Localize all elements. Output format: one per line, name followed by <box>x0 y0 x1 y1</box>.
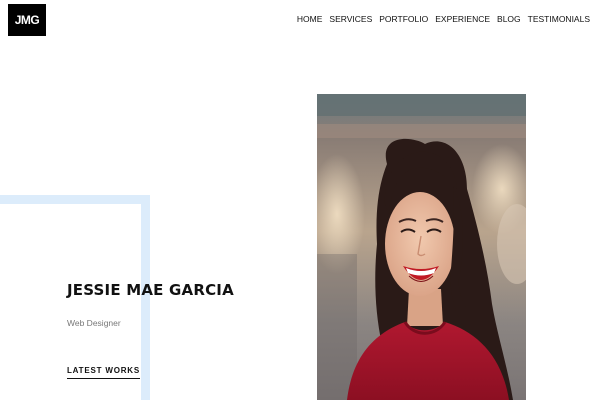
decorative-frame-top <box>0 195 150 204</box>
page: JMG HOME SERVICES PORTFOLIO EXPERIENCE B… <box>0 0 600 400</box>
profile-photo <box>317 94 526 400</box>
hero-name: JESSIE MAE GARCIA <box>67 281 234 299</box>
nav-item-blog[interactable]: BLOG <box>497 14 521 24</box>
main-nav: HOME SERVICES PORTFOLIO EXPERIENCE BLOG … <box>297 14 590 24</box>
nav-item-home[interactable]: HOME <box>297 14 323 24</box>
nav-item-portfolio[interactable]: PORTFOLIO <box>379 14 428 24</box>
nav-item-services[interactable]: SERVICES <box>329 14 372 24</box>
hero-role: Web Designer <box>67 318 121 328</box>
nav-item-testimonials[interactable]: TESTIMONIALS <box>528 14 590 24</box>
logo[interactable]: JMG <box>8 4 46 36</box>
logo-text: JMG <box>14 13 40 27</box>
nav-item-experience[interactable]: EXPERIENCE <box>435 14 490 24</box>
latest-works-link[interactable]: LATEST WORKS <box>67 366 141 379</box>
